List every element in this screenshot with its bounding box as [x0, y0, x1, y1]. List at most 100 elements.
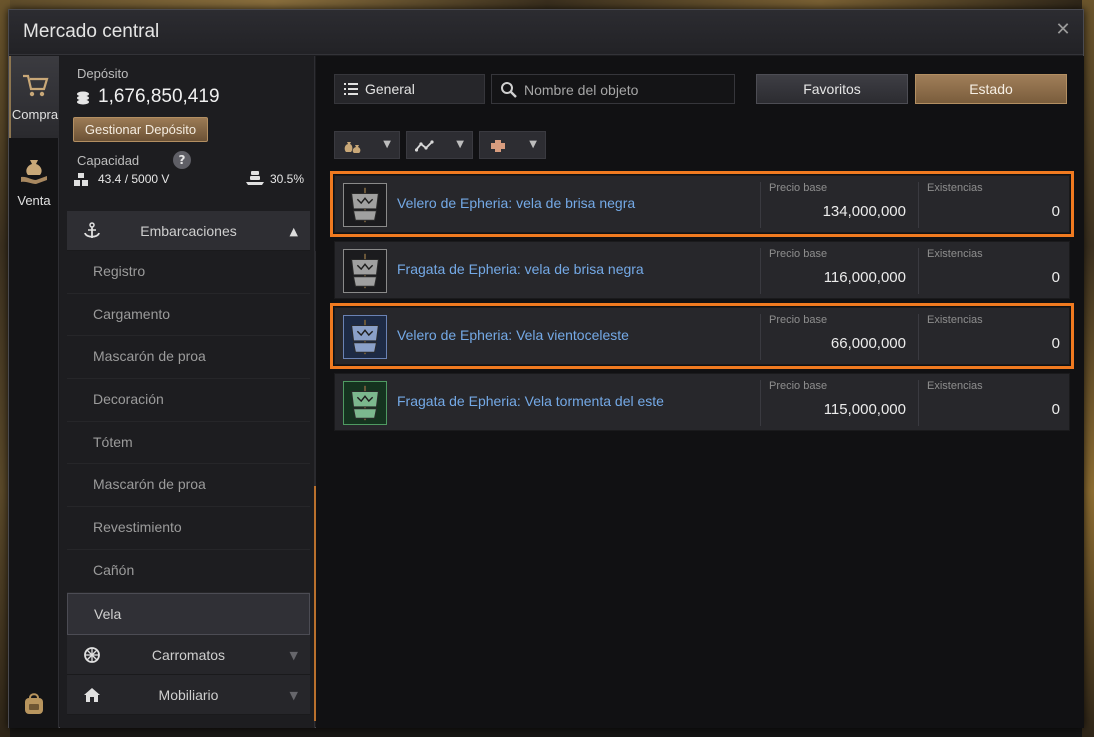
sail-icon: [343, 183, 387, 227]
category-boats[interactable]: Embarcaciones ▲: [67, 211, 310, 251]
backpack-icon[interactable]: [23, 692, 45, 716]
category-furniture[interactable]: Mobiliario ▼: [67, 675, 310, 716]
close-icon[interactable]: ✕: [1055, 21, 1071, 39]
stock-value: 0: [1051, 269, 1060, 286]
main-area: General Favoritos Estado ▼ ▼: [316, 56, 1084, 728]
subcategory-label: Vela: [94, 605, 122, 622]
base-price-value: 134,000,000: [822, 203, 906, 220]
subcategory-list: Registro Cargamento Mascarón de proa Decora…: [60, 251, 310, 636]
divider: [918, 248, 919, 294]
subcategory-item[interactable]: Cargamento: [67, 294, 310, 337]
sail-icon: [343, 315, 387, 359]
base-price-label: Precio base: [769, 248, 828, 260]
subcategory-label: Cargamento: [93, 305, 171, 322]
base-price-value: 116,000,000: [823, 269, 906, 286]
search-input[interactable]: [524, 79, 728, 101]
filter-enhance-dropdown[interactable]: ▼: [479, 131, 546, 159]
stock-value: 0: [1051, 203, 1060, 220]
subcategory-item[interactable]: Tótem: [67, 422, 310, 465]
deposit-label: Depósito: [77, 66, 129, 81]
category-wagons-label: Carromatos: [151, 647, 226, 664]
item-name: Velero de Epheria: Vela vientoceleste: [397, 327, 629, 343]
divider: [918, 314, 919, 360]
divider: [760, 182, 761, 228]
base-price-label: Precio base: [769, 380, 828, 392]
help-icon[interactable]: ?: [173, 151, 191, 169]
divider: [760, 380, 761, 426]
stock-label: Existencias: [927, 248, 983, 260]
item-name: Fragata de Epheria: vela de brisa negra: [397, 261, 644, 277]
central-market-window: Mercado central ✕ Compra Venta Depósito: [8, 9, 1084, 728]
subcategory-label: Decoración: [93, 391, 164, 408]
state-button[interactable]: Estado: [915, 74, 1067, 104]
subcategory-item[interactable]: Vela: [67, 592, 310, 636]
subcategory-label: Mascarón de proa: [93, 476, 206, 493]
storage-icon: [74, 173, 88, 186]
item-row[interactable]: Fragata de Epheria: Vela tormenta del es…: [334, 373, 1070, 431]
category-boats-label: Embarcaciones: [140, 223, 237, 239]
stock-value: 0: [1051, 401, 1060, 418]
subcategory-label: Tótem: [93, 433, 133, 450]
cart-icon: [23, 74, 49, 97]
capacity-label: Capacidad: [77, 153, 140, 168]
titlebar: Mercado central ✕: [9, 10, 1083, 55]
divider: [760, 314, 761, 360]
stock-label: Existencias: [927, 380, 983, 392]
stock-label: Existencias: [927, 182, 983, 194]
expand-arrow-icon: ▼: [289, 649, 298, 663]
subcategory-item[interactable]: Mascarón de proa: [67, 336, 310, 380]
chevron-down-icon: ▼: [529, 139, 537, 150]
divider: [760, 248, 761, 294]
subcategory-label: Registro: [93, 263, 146, 279]
collapse-arrow-icon: ▲: [289, 225, 298, 238]
general-dropdown[interactable]: General: [334, 74, 485, 104]
item-row[interactable]: Velero de Epheria: vela de brisa negra Pr…: [330, 171, 1074, 237]
category-panel: Depósito 1,676,850,419 Gestionar Depósit…: [60, 56, 317, 728]
base-price-value: 66,000,000: [830, 335, 906, 352]
subcategory-label: Mascarón de proa: [93, 348, 206, 365]
stock-value: 0: [1051, 335, 1060, 352]
search-box: [491, 74, 735, 104]
tab-buy[interactable]: Compra: [9, 56, 59, 138]
subcategory-label: Cañón: [93, 561, 135, 578]
window-title: Mercado central: [23, 21, 160, 42]
subcategory-item[interactable]: Cañón: [67, 550, 310, 593]
category-wagons[interactable]: Carromatos ▼: [67, 635, 310, 676]
chevron-down-icon: ▼: [456, 139, 464, 150]
subcategory-item[interactable]: Revestimiento: [67, 507, 310, 550]
plus-icon: [491, 140, 505, 152]
coin-stack-icon: [77, 91, 89, 105]
mode-rail: Compra Venta: [9, 56, 59, 728]
base-price-label: Precio base: [769, 314, 828, 326]
filter-category-dropdown[interactable]: ▼: [334, 131, 400, 159]
expand-arrow-icon: ▼: [289, 689, 298, 703]
subcategory-item[interactable]: Registro: [67, 251, 310, 294]
category-furniture-label: Mobiliario: [158, 687, 219, 704]
money-bag-hand-icon: [21, 160, 47, 184]
base-price-value: 115,000,000: [823, 401, 906, 418]
list-icon: [344, 83, 358, 95]
trend-line-icon: [415, 140, 434, 152]
weight-icon: [246, 171, 264, 185]
subcategory-item[interactable]: Mascarón de proa: [67, 464, 310, 508]
sail-icon: [343, 249, 387, 293]
subcategory-item[interactable]: Decoración: [67, 379, 310, 422]
filter-trend-dropdown[interactable]: ▼: [406, 131, 473, 159]
search-icon: [501, 82, 517, 98]
stock-label: Existencias: [927, 314, 983, 326]
base-price-label: Precio base: [769, 182, 828, 194]
divider: [918, 182, 919, 228]
general-label: General: [365, 81, 415, 97]
manage-deposit-button[interactable]: Gestionar Depósito: [73, 117, 208, 142]
weight-value: 30.5%: [270, 172, 305, 186]
item-row[interactable]: Velero de Epheria: Vela vientoceleste Pre…: [330, 303, 1074, 369]
item-row[interactable]: Fragata de Epheria: vela de brisa negra P…: [334, 241, 1070, 299]
bags-icon: [344, 142, 361, 153]
chevron-down-icon: ▼: [383, 139, 391, 150]
deposit-value: 1,676,850,419: [98, 86, 220, 107]
favorites-button[interactable]: Favoritos: [756, 74, 908, 104]
item-name: Velero de Epheria: vela de brisa negra: [397, 195, 636, 211]
tab-sell[interactable]: Venta: [9, 142, 59, 224]
subcategory-label: Revestimiento: [93, 519, 182, 536]
item-name: Fragata de Epheria: Vela tormenta del es…: [397, 393, 664, 409]
